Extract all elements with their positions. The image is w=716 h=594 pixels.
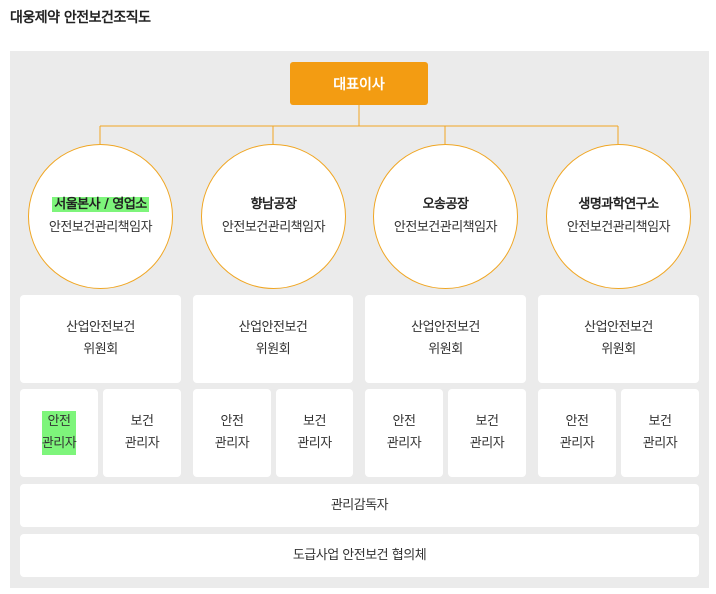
- committee-label-line1: 산업안전보건: [584, 320, 653, 335]
- committee-box: 산업안전보건위원회: [538, 295, 699, 383]
- health-manager-line2: 관리자: [642, 436, 678, 451]
- health-manager-box: 보건관리자: [621, 389, 699, 477]
- health-manager-line1: 보건: [475, 414, 499, 429]
- site-circle-osong: 오송공장 안전보건관리책임자: [373, 144, 518, 289]
- safety-manager-line2: 관리자: [559, 436, 595, 451]
- site-circle-research: 생명과학연구소 안전보건관리책임자: [546, 144, 691, 289]
- site-name: 오송공장: [422, 197, 469, 212]
- committee-label-line1: 산업안전보건: [238, 320, 308, 335]
- safety-manager-line2: 관리자: [41, 436, 77, 451]
- safety-manager-box: 안전관리자: [193, 389, 271, 477]
- health-manager-line2: 관리자: [469, 436, 505, 451]
- supervisor-box: 관리감독자: [20, 484, 699, 527]
- committee-label-line2: 위원회: [255, 342, 291, 357]
- safety-manager-line2: 관리자: [214, 436, 250, 451]
- site-circle-seoul: 서울본사 / 영업소 안전보건관리책임자: [28, 144, 173, 289]
- committee-label-line2: 위원회: [428, 342, 463, 357]
- health-manager-line1: 보건: [648, 414, 672, 429]
- site-role: 안전보건관리책임자: [566, 220, 671, 235]
- subcontract-council-label: 도급사업 안전보건 협의체: [292, 547, 427, 563]
- safety-manager-line1: 안전: [565, 414, 589, 429]
- committee-box: 산업안전보건위원회: [365, 295, 526, 383]
- health-manager-box: 보건관리자: [276, 389, 353, 477]
- safety-manager-box: 안전관리자: [538, 389, 616, 477]
- health-manager-line1: 보건: [303, 414, 326, 429]
- subcontract-council-box: 도급사업 안전보건 협의체: [20, 534, 699, 577]
- site-name: 향남공장: [250, 197, 297, 212]
- health-manager-box: 보건관리자: [448, 389, 526, 477]
- health-manager-line1: 보건: [130, 414, 154, 429]
- safety-manager-line1: 안전: [220, 414, 244, 429]
- health-manager-line2: 관리자: [124, 436, 160, 451]
- site-circle-hyangnam: 향남공장 안전보건관리책임자: [201, 144, 346, 289]
- safety-manager-box: 안전관리자: [20, 389, 98, 477]
- committee-label-line2: 위원회: [601, 342, 636, 357]
- committee-box: 산업안전보건위원회: [20, 295, 181, 383]
- committee-label-line1: 산업안전보건: [66, 320, 135, 335]
- ceo-box: 대표이사: [290, 62, 428, 105]
- committee-label-line1: 산업안전보건: [411, 320, 480, 335]
- site-name: 생명과학연구소: [578, 197, 659, 212]
- safety-manager-box: 안전관리자: [365, 389, 443, 477]
- site-role: 안전보건관리책임자: [221, 220, 326, 235]
- site-role: 안전보건관리책임자: [393, 220, 498, 235]
- ceo-label: 대표이사: [333, 76, 385, 93]
- site-role: 안전보건관리책임자: [48, 220, 153, 235]
- supervisor-label: 관리감독자: [330, 497, 389, 513]
- site-name: 서울본사 / 영업소: [52, 197, 149, 212]
- health-manager-line2: 관리자: [297, 436, 332, 451]
- committee-label-line2: 위원회: [83, 342, 118, 357]
- committee-box: 산업안전보건위원회: [193, 295, 353, 383]
- health-manager-box: 보건관리자: [103, 389, 181, 477]
- safety-manager-line1: 안전: [47, 414, 71, 429]
- safety-manager-line2: 관리자: [386, 436, 422, 451]
- safety-manager-line1: 안전: [392, 414, 416, 429]
